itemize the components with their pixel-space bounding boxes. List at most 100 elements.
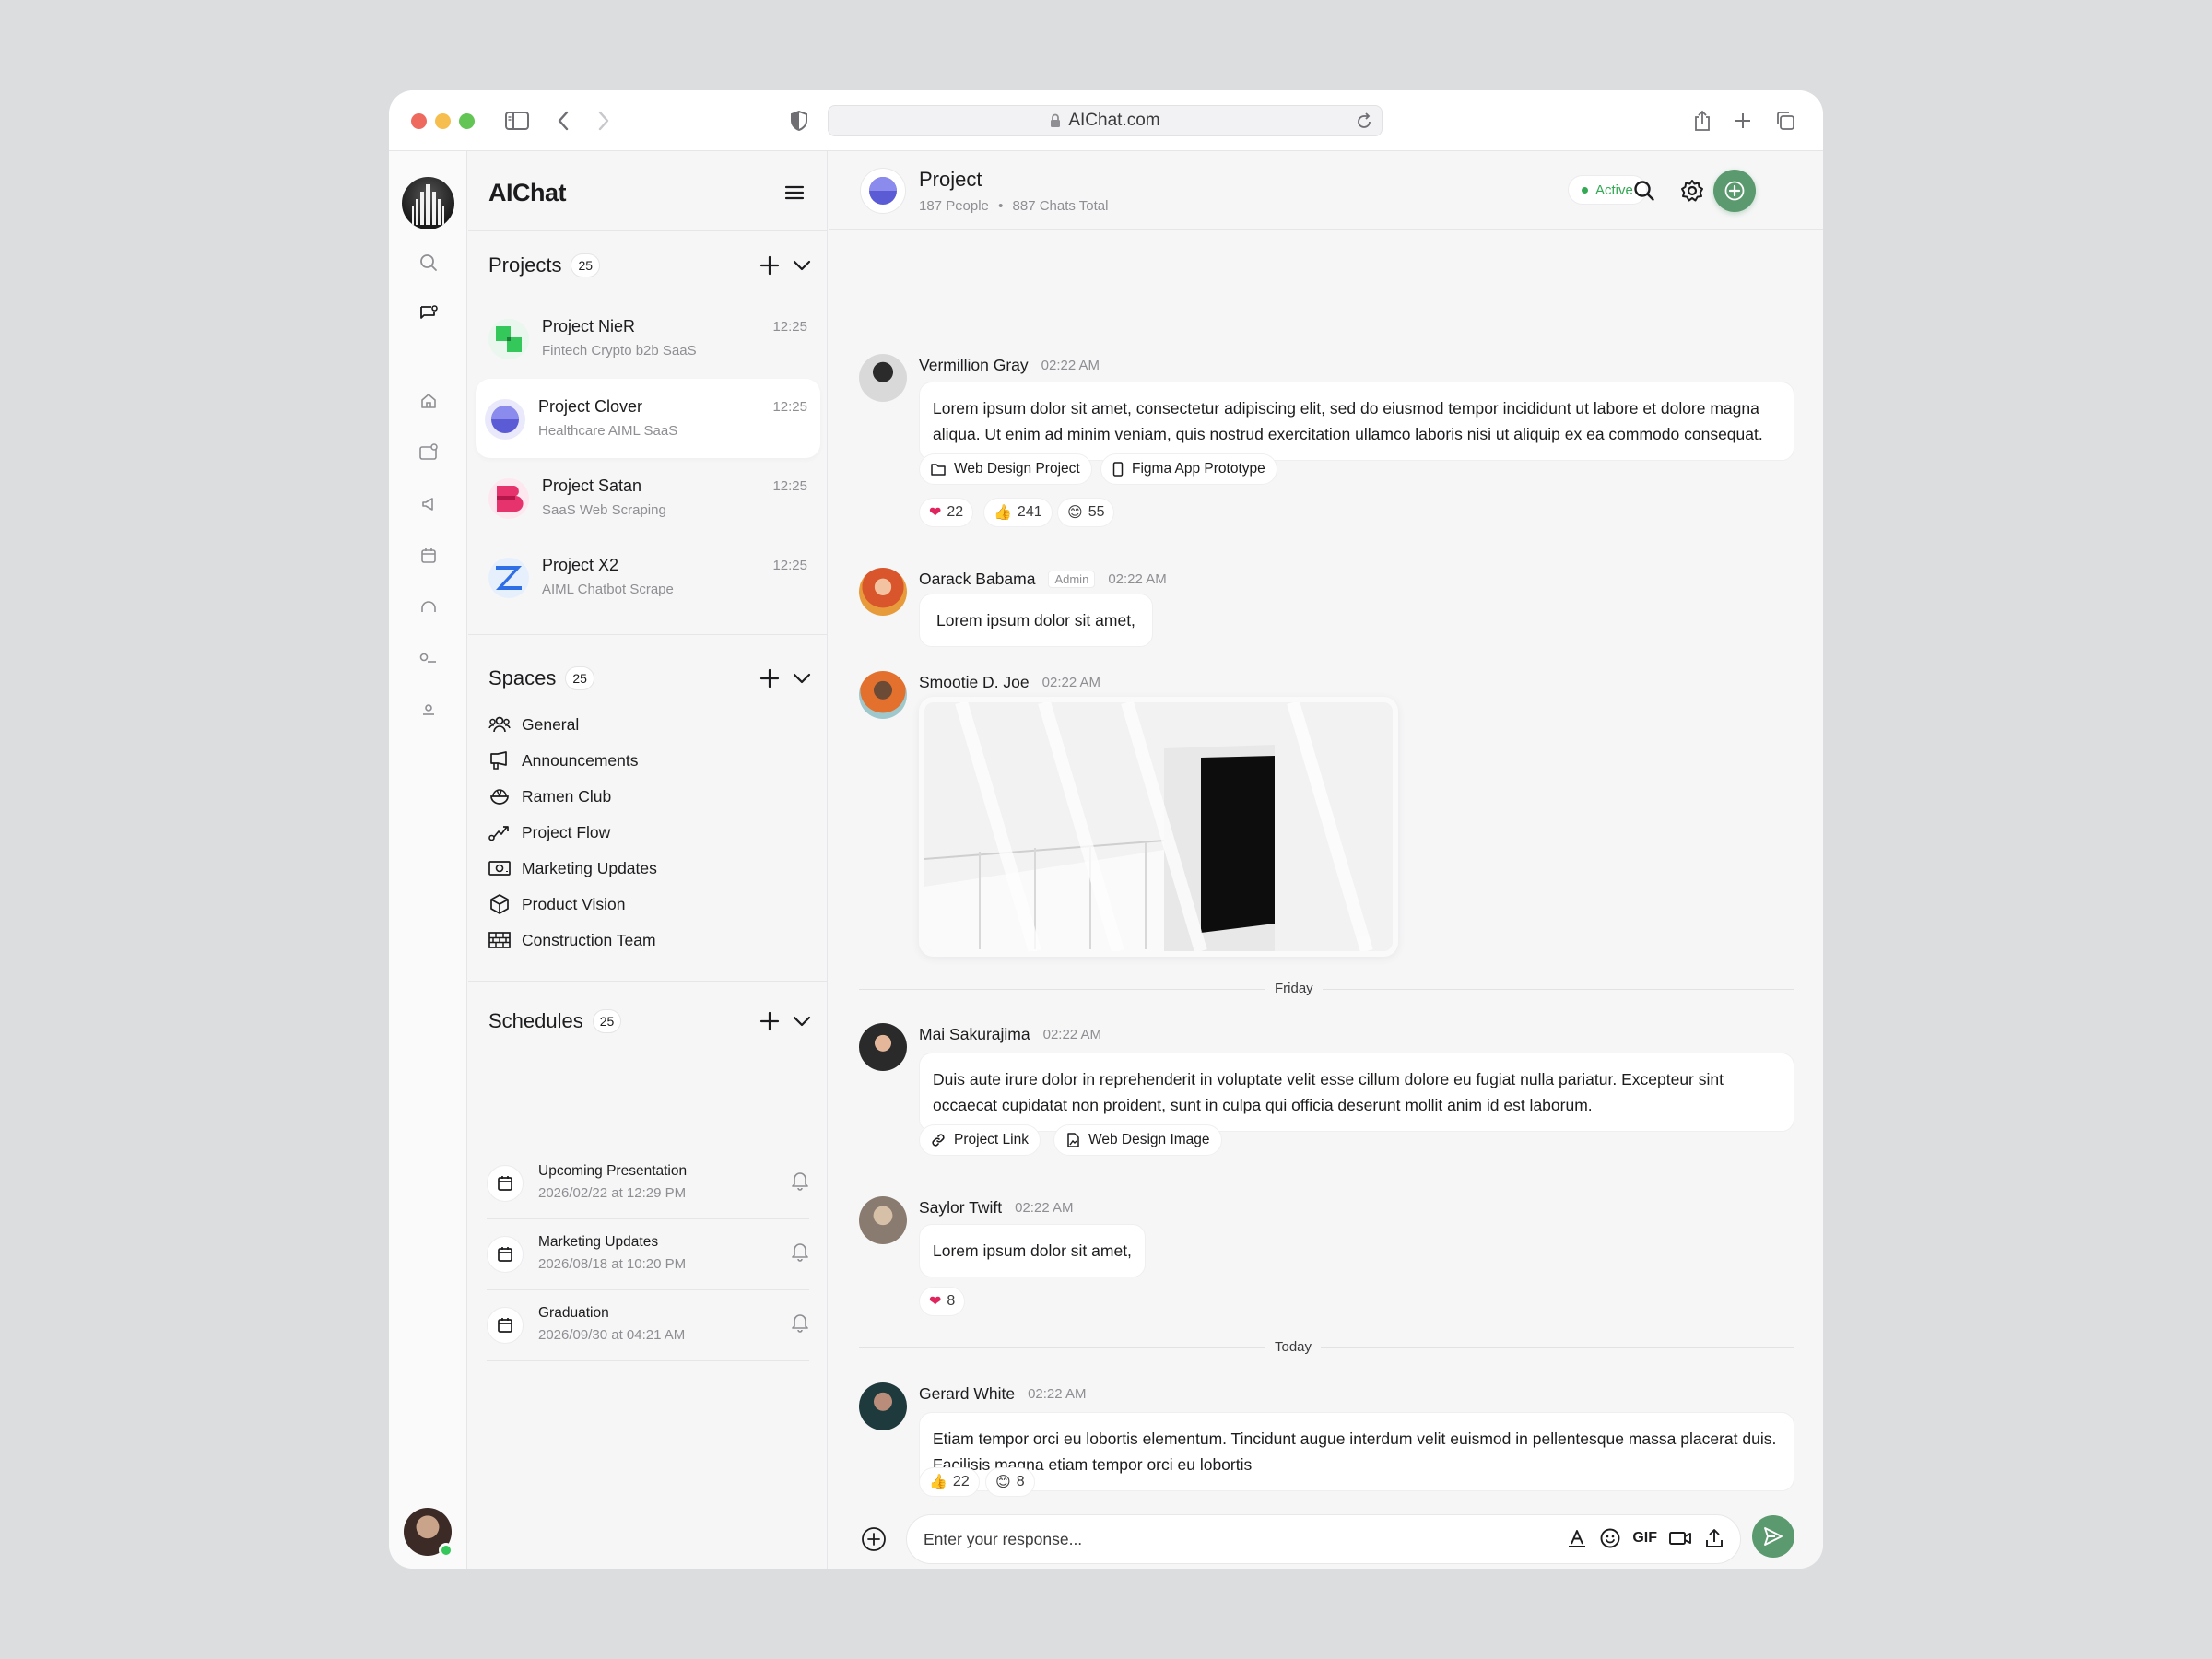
sender-name[interactable]: Gerard White [919,1384,1015,1404]
sidebar-toggle-icon[interactable] [503,107,531,135]
space-item-product-vision[interactable]: Product Vision [488,891,626,917]
phone-device-icon [1112,462,1124,477]
privacy-shield-icon[interactable] [785,107,813,135]
people-group-icon [488,713,511,735]
megaphone-icon[interactable] [415,490,442,518]
emoji-icon[interactable] [1599,1527,1621,1549]
reaction-count: 55 [1088,504,1105,520]
text-format-icon[interactable] [1566,1527,1588,1549]
user-avatar[interactable] [859,1023,907,1071]
reaction-smile[interactable]: 😊 8 [985,1467,1035,1497]
sender-name[interactable]: Mai Sakurajima [919,1025,1030,1044]
calendar-icon [487,1307,524,1344]
new-tab-icon[interactable] [1729,107,1757,135]
new-chat-button[interactable] [1713,170,1756,212]
sender-name[interactable]: Saylor Twift [919,1198,1002,1218]
message-time: 02:22 AM [1042,1027,1101,1042]
reaction-smile[interactable]: 😊 55 [1057,498,1115,527]
add-space-icon[interactable] [759,668,780,688]
calendar-icon[interactable] [415,542,442,570]
user-avatar[interactable] [859,1196,907,1244]
schedule-item[interactable]: Marketing Updates 2026/08/18 at 10:20 PM [487,1219,809,1290]
user-icon[interactable] [415,697,442,724]
sender-name[interactable]: Smootie D. Joe [919,673,1030,692]
tabs-overview-icon[interactable] [1771,107,1799,135]
bell-icon[interactable] [791,1241,809,1262]
schedule-title: Marketing Updates [538,1234,659,1250]
user-avatar[interactable] [859,671,907,719]
user-avatar[interactable] [859,1382,907,1430]
minimize-window-button[interactable] [435,113,451,129]
satan-logo-icon [488,478,529,519]
add-schedule-icon[interactable] [759,1011,780,1031]
reload-icon[interactable] [1356,112,1372,130]
space-item-general[interactable]: General [488,712,579,737]
space-item-project-flow[interactable]: Project Flow [488,819,610,845]
chat-icon[interactable] [415,300,442,328]
add-project-icon[interactable] [759,255,780,276]
headphones-icon[interactable] [415,594,442,621]
project-item-clover[interactable]: Project Clover Healthcare AIML SaaS 12:2… [476,379,820,458]
user-avatar[interactable] [859,568,907,616]
upload-icon[interactable] [1703,1527,1725,1549]
space-item-ramen-club[interactable]: Ramen Club [488,783,611,809]
add-attachment-icon[interactable] [859,1524,888,1554]
space-label: Construction Team [522,930,656,949]
message-header: Oarack Babama Admin 02:22 AM [919,570,1167,589]
message-input-placeholder: Enter your response... [924,1530,1083,1548]
collapse-projects-icon[interactable] [793,260,811,271]
project-time: 12:25 [772,319,807,335]
workspace-logo[interactable] [402,177,454,229]
collapse-spaces-icon[interactable] [793,673,811,684]
bell-icon[interactable] [791,1171,809,1191]
space-item-announcements[interactable]: Announcements [488,747,638,773]
attachment-chip[interactable]: Web Design Project [919,453,1092,485]
reaction-heart[interactable]: ❤ 8 [919,1287,966,1316]
video-camera-icon[interactable] [1668,1527,1692,1549]
message-time: 02:22 AM [1015,1200,1074,1216]
gif-button[interactable]: GIF [1632,1530,1657,1547]
schedule-item[interactable]: Graduation 2026/09/30 at 04:21 AM [487,1290,809,1361]
reaction-count: 8 [947,1293,956,1309]
close-window-button[interactable] [411,113,427,129]
chats-total: 887 Chats Total [1012,198,1109,214]
back-icon[interactable] [549,107,577,135]
reaction-thumbs-up[interactable]: 👍 241 [983,498,1053,527]
hamburger-menu-icon[interactable] [781,179,808,206]
sender-name[interactable]: Oarack Babama [919,570,1035,589]
project-item-satan[interactable]: Project Satan SaaS Web Scraping 12:25 [476,458,820,537]
attachment-chip[interactable]: Figma App Prototype [1100,453,1277,485]
share-icon[interactable] [1688,107,1716,135]
project-item-x2[interactable]: Project X2 AIML Chatbot Scrape 12:25 [476,537,820,617]
maximize-window-button[interactable] [459,113,475,129]
shared-image[interactable] [919,697,1398,957]
project-name: Project NieR [542,317,636,335]
home-icon[interactable] [415,387,442,415]
chip-label: Figma App Prototype [1132,461,1265,477]
reaction-thumbs-up[interactable]: 👍 22 [919,1467,980,1497]
send-button[interactable] [1752,1515,1794,1558]
calendar-icon [487,1165,524,1202]
key-icon[interactable] [415,645,442,673]
forward-icon[interactable] [590,107,618,135]
project-item-nier[interactable]: Project NieR Fintech Crypto b2b SaaS 12:… [476,299,820,378]
search-icon[interactable] [415,249,442,276]
space-item-marketing-updates[interactable]: Marketing Updates [488,855,657,881]
search-icon[interactable] [1629,175,1660,206]
bell-icon[interactable] [791,1312,809,1333]
address-bar[interactable]: AIChat.com [828,105,1382,136]
space-item-construction-team[interactable]: Construction Team [488,927,656,953]
collapse-schedules-icon[interactable] [793,1016,811,1027]
attachment-chip[interactable]: Web Design Image [1053,1124,1222,1156]
attachment-chip[interactable]: Project Link [919,1124,1041,1156]
reaction-heart[interactable]: ❤ 22 [919,498,974,527]
user-avatar[interactable] [859,354,907,402]
wallet-icon[interactable] [415,439,442,466]
schedule-item[interactable]: Upcoming Presentation 2026/02/22 at 12:2… [487,1148,809,1219]
sidebar: AIChat Projects 25 Project NieR Fintech … [468,151,828,1569]
gear-icon[interactable] [1677,175,1708,206]
project-description: AIML Chatbot Scrape [542,582,674,597]
message-input[interactable]: Enter your response... GIF [906,1514,1741,1564]
money-bill-icon [488,857,511,879]
sender-name[interactable]: Vermillion Gray [919,356,1029,375]
